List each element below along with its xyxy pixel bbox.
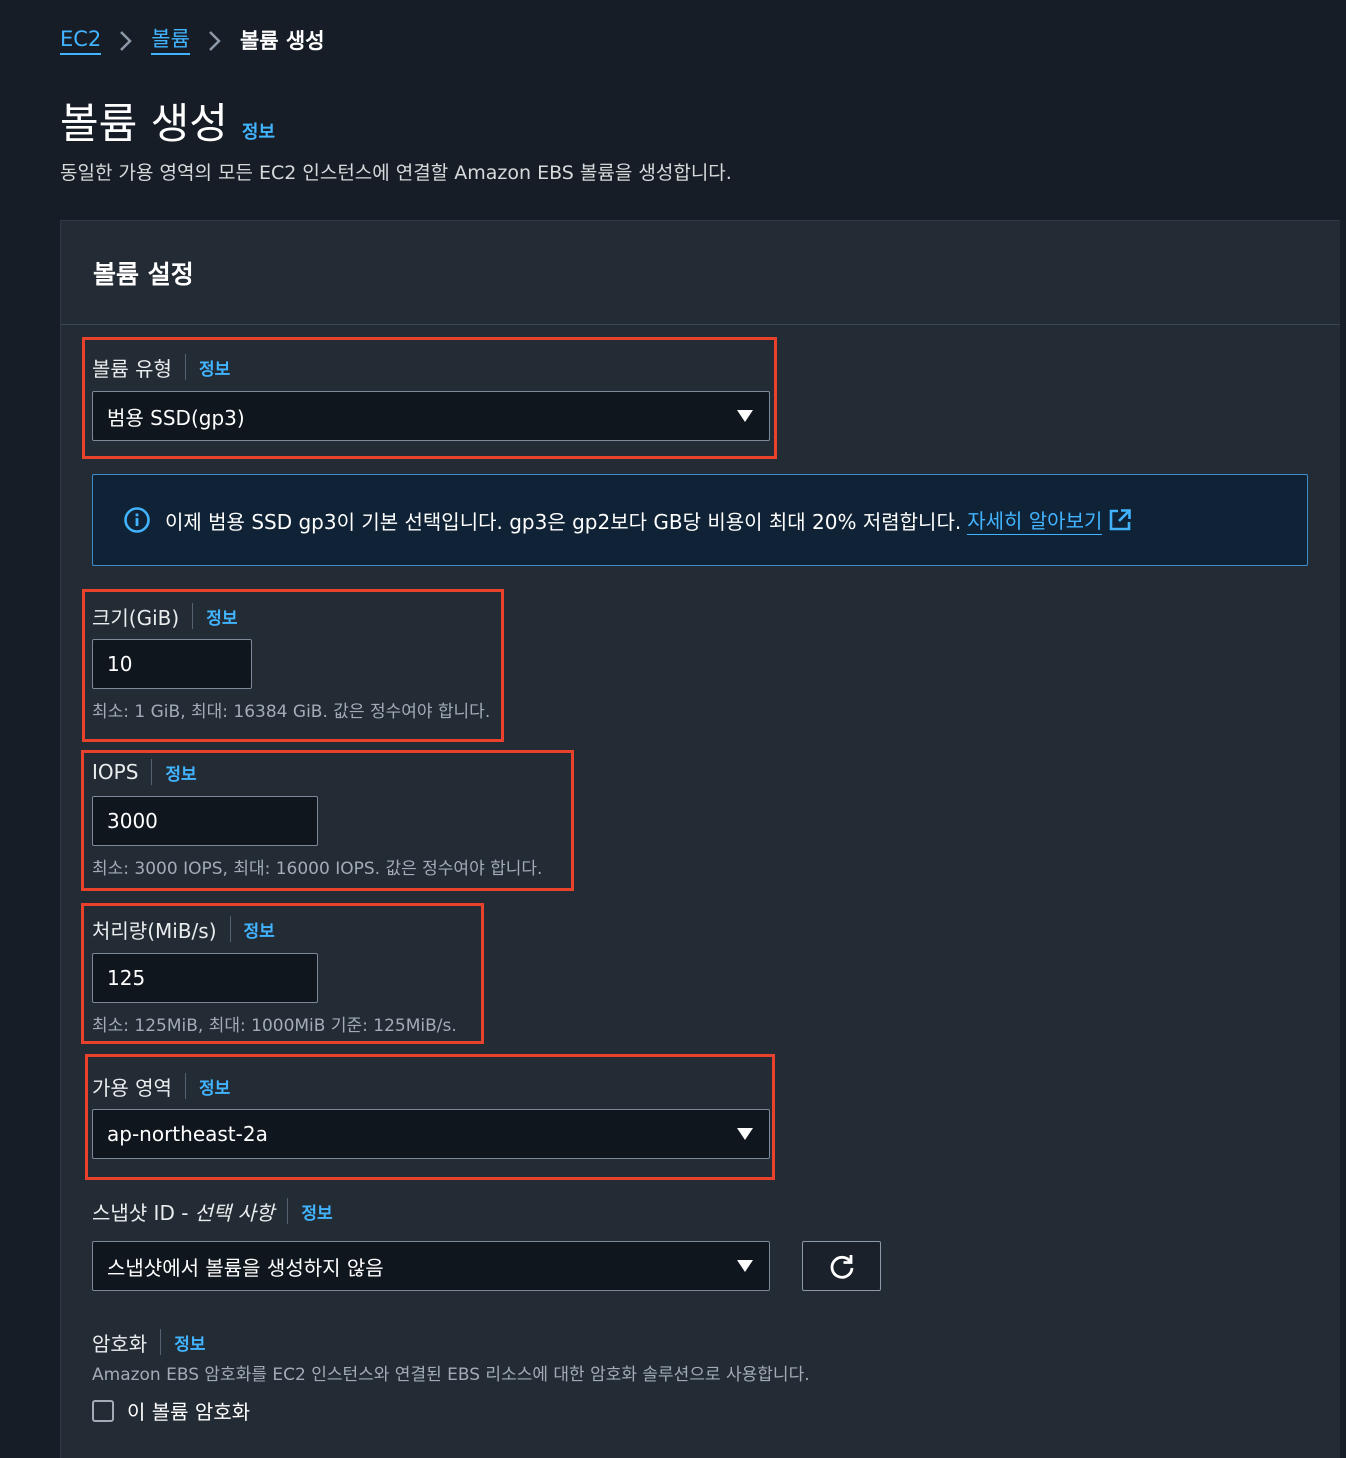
volume-type-select[interactable]: 범용 SSD(gp3) xyxy=(92,391,770,441)
volume-type-field: 볼륨 유형 정보 범용 SSD(gp3) xyxy=(92,352,770,441)
encrypt-volume-label[interactable]: 이 볼륨 암호화 xyxy=(127,1396,250,1425)
chevron-right-icon xyxy=(198,28,232,54)
caret-down-icon xyxy=(737,1128,753,1140)
volume-type-label-row: 볼륨 유형 정보 xyxy=(92,352,770,382)
encryption-label-row: 암호화 정보 xyxy=(92,1327,992,1357)
refresh-snapshots-button[interactable] xyxy=(802,1241,881,1291)
page-title-text: 볼륨 생성 xyxy=(60,99,228,148)
alert-text: 이제 범용 SSD gp3이 기본 선택입니다. gp3은 gp2보다 GB당 … xyxy=(165,509,962,534)
breadcrumb-link-volumes[interactable]: 볼륨 xyxy=(151,26,190,55)
snapshot-value: 스냅샷에서 볼륨을 생성하지 않음 xyxy=(107,1255,384,1280)
label-divider xyxy=(184,354,186,380)
throughput-label: 처리량(MiB/s) xyxy=(92,918,217,943)
size-info-link[interactable]: 정보 xyxy=(206,604,237,629)
throughput-hint: 최소: 125MiB, 최대: 1000MiB 기준: 125MiB/s. xyxy=(92,1016,457,1036)
throughput-label-row: 처리량(MiB/s) 정보 xyxy=(92,914,457,944)
snapshot-label: 스냅샷 ID - xyxy=(92,1200,189,1225)
throughput-info-link[interactable]: 정보 xyxy=(244,917,275,942)
external-link-icon[interactable] xyxy=(1108,508,1132,532)
volume-type-info-link[interactable]: 정보 xyxy=(199,355,230,380)
label-divider xyxy=(229,916,231,942)
panel-header: 볼륨 설정 xyxy=(61,221,1340,325)
availability-zone-label: 가용 영역 xyxy=(92,1075,172,1100)
breadcrumb: EC2 볼륨 볼륨 생성 xyxy=(60,26,325,55)
size-input[interactable]: 10 xyxy=(92,639,252,689)
label-divider xyxy=(184,1073,186,1099)
encrypt-volume-option[interactable]: 이 볼륨 암호화 xyxy=(92,1396,250,1425)
encryption-label: 암호화 xyxy=(92,1331,148,1356)
availability-zone-info-link[interactable]: 정보 xyxy=(199,1074,230,1099)
size-field: 크기(GiB) 정보 10 최소: 1 GiB, 최대: 16384 GiB. … xyxy=(92,601,490,722)
availability-zone-label-row: 가용 영역 정보 xyxy=(92,1071,770,1101)
throughput-input[interactable]: 125 xyxy=(92,953,318,1003)
caret-down-icon xyxy=(737,1260,753,1272)
iops-hint: 최소: 3000 IOPS, 최대: 16000 IOPS. 값은 정수여야 합… xyxy=(92,859,543,879)
availability-zone-select[interactable]: ap-northeast-2a xyxy=(92,1109,770,1159)
encryption-field: 암호화 정보 Amazon EBS 암호화를 EC2 인스턴스와 연결된 EBS… xyxy=(92,1327,992,1385)
size-label: 크기(GiB) xyxy=(92,605,180,630)
breadcrumb-current: 볼륨 생성 xyxy=(239,28,325,53)
info-circle-icon xyxy=(123,506,151,534)
gp3-info-alert: 이제 범용 SSD gp3이 기본 선택입니다. gp3은 gp2보다 GB당 … xyxy=(92,474,1308,566)
breadcrumb-link-ec2[interactable]: EC2 xyxy=(60,26,102,55)
snapshot-optional-label: 선택 사항 xyxy=(194,1200,275,1225)
iops-input[interactable]: 3000 xyxy=(92,796,318,846)
iops-label-row: IOPS 정보 xyxy=(92,757,542,787)
size-label-row: 크기(GiB) 정보 xyxy=(92,601,490,631)
size-hint: 최소: 1 GiB, 최대: 16384 GiB. 값은 정수여야 합니다. xyxy=(92,702,491,722)
page-description: 동일한 가용 영역의 모든 EC2 인스턴스에 연결할 Amazon EBS 볼… xyxy=(60,162,732,184)
panel-title: 볼륨 설정 xyxy=(93,260,194,289)
availability-zone-value: ap-northeast-2a xyxy=(107,1122,268,1146)
snapshot-field: 스냅샷 ID - 선택 사항 정보 스냅샷에서 볼륨을 생성하지 않음 xyxy=(92,1196,770,1291)
label-divider xyxy=(287,1198,289,1224)
label-divider xyxy=(160,1329,162,1355)
availability-zone-field: 가용 영역 정보 ap-northeast-2a xyxy=(92,1071,770,1159)
volume-type-value: 범용 SSD(gp3) xyxy=(107,405,245,430)
label-divider xyxy=(192,603,194,629)
throughput-field: 처리량(MiB/s) 정보 125 최소: 125MiB, 최대: 1000Mi… xyxy=(92,914,457,1036)
iops-field: IOPS 정보 3000 최소: 3000 IOPS, 최대: 16000 IO… xyxy=(92,757,542,879)
volume-type-label: 볼륨 유형 xyxy=(92,356,172,381)
chevron-right-icon xyxy=(109,28,143,54)
encryption-info-link[interactable]: 정보 xyxy=(174,1330,205,1355)
label-divider xyxy=(151,759,153,785)
learn-more-link[interactable]: 자세히 알아보기 xyxy=(967,505,1103,535)
snapshot-select[interactable]: 스냅샷에서 볼륨을 생성하지 않음 xyxy=(92,1241,770,1291)
refresh-icon xyxy=(830,1255,853,1279)
page-info-link[interactable]: 정보 xyxy=(242,118,275,144)
caret-down-icon xyxy=(737,410,753,422)
encrypt-volume-checkbox[interactable] xyxy=(92,1399,114,1422)
iops-label: IOPS xyxy=(92,760,139,784)
snapshot-info-link[interactable]: 정보 xyxy=(301,1199,332,1224)
iops-info-link[interactable]: 정보 xyxy=(165,760,196,785)
encryption-description: Amazon EBS 암호화를 EC2 인스턴스와 연결된 EBS 리소스에 대… xyxy=(92,1365,810,1385)
page-title: 볼륨 생성 정보 xyxy=(60,90,275,151)
snapshot-label-row: 스냅샷 ID - 선택 사항 정보 xyxy=(92,1196,770,1226)
